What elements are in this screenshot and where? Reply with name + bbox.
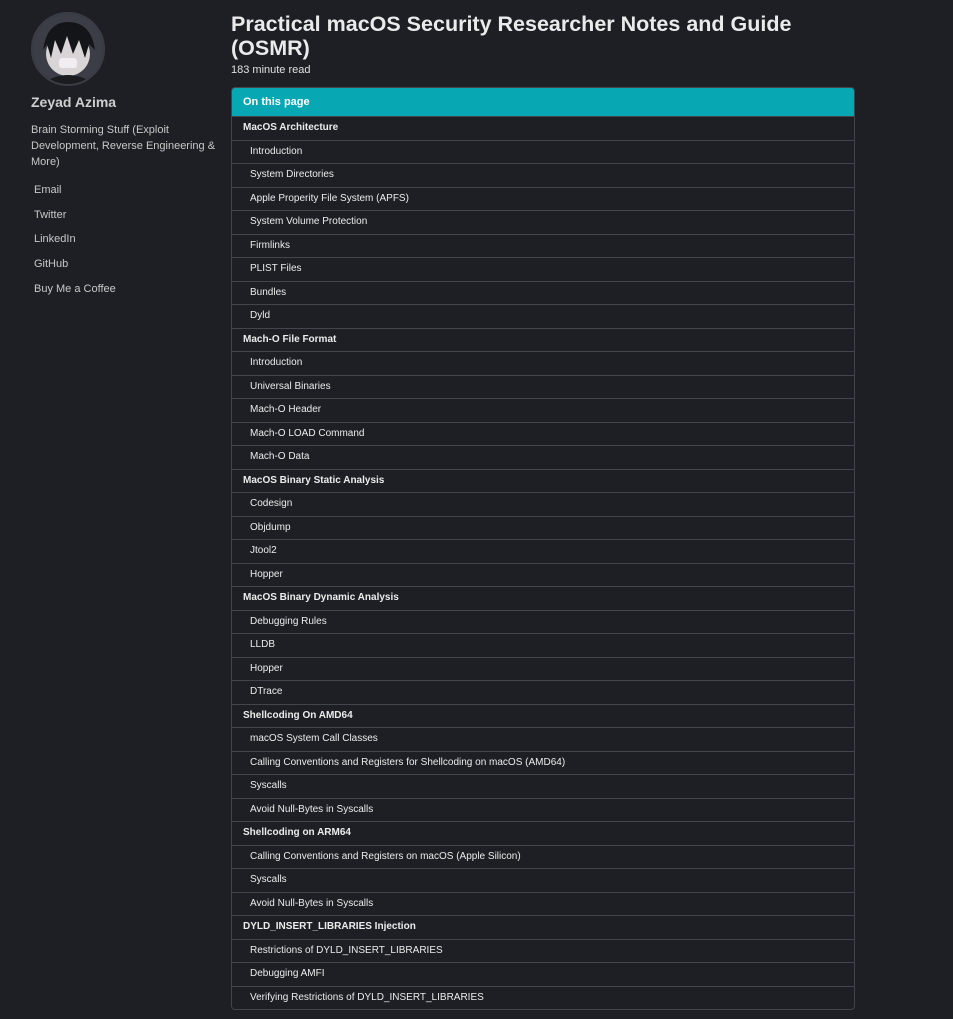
author-link-buy-me-a-coffee[interactable]: Buy Me a Coffee	[31, 281, 221, 306]
toc-subsection-link[interactable]: Avoid Null-Bytes in Syscalls	[232, 891, 854, 916]
toc-section-link[interactable]: Mach-O File Format	[232, 327, 854, 352]
table-of-contents: On this page MacOS Architecture Introduct…	[231, 87, 855, 1010]
toc-list: MacOS Architecture Introduction System Dir…	[232, 116, 854, 1009]
toc-subsection-link[interactable]: Introduction	[232, 351, 854, 375]
toc-subsection-link[interactable]: Firmlinks	[232, 233, 854, 258]
author-link-github[interactable]: GitHub	[31, 256, 221, 281]
toc-subsection-link[interactable]: Syscalls	[232, 868, 854, 892]
toc-subsection-link[interactable]: Calling Conventions and Registers for Sh…	[232, 750, 854, 775]
toc-subsection-link[interactable]: Syscalls	[232, 774, 854, 798]
toc-subsection-link[interactable]: Mach-O Header	[232, 398, 854, 422]
toc-subsection-link[interactable]: Calling Conventions and Registers on mac…	[232, 844, 854, 869]
toc-subsection-link[interactable]: Restrictions of DYLD_INSERT_LIBRARIES	[232, 938, 854, 963]
toc-subsection-link[interactable]: Apple Properity File System (APFS)	[232, 186, 854, 211]
avatar-image	[33, 14, 103, 84]
read-time: 183 minute read	[231, 64, 311, 76]
toc-subsection-link[interactable]: Hopper	[232, 562, 854, 587]
author-bio: Brain Storming Stuff (Exploit Developmen…	[31, 124, 216, 168]
main-content: Practical macOS Security Researcher Note…	[231, 12, 855, 1010]
author-link-email[interactable]: Email	[31, 182, 221, 207]
toc-section-link[interactable]: Shellcoding On AMD64	[232, 703, 854, 728]
toc-subsection-link[interactable]: Mach-O Data	[232, 445, 854, 469]
toc-subsection-link[interactable]: System Volume Protection	[232, 210, 854, 234]
toc-subsection-link[interactable]: Bundles	[232, 280, 854, 305]
toc-section-link[interactable]: Shellcoding on ARM64	[232, 821, 854, 845]
toc-subsection-link[interactable]: Verifying Restrictions of DYLD_INSERT_LI…	[232, 985, 854, 1010]
author-name: Zeyad Azima	[31, 94, 117, 110]
toc-subsection-link[interactable]: Avoid Null-Bytes in Syscalls	[232, 797, 854, 822]
toc-subsection-link[interactable]: Jtool2	[232, 539, 854, 563]
author-link-linkedin[interactable]: LinkedIn	[31, 231, 221, 256]
toc-section-link[interactable]: MacOS Binary Static Analysis	[232, 468, 854, 493]
author-link-twitter[interactable]: Twitter	[31, 207, 221, 232]
toc-subsection-link[interactable]: DTrace	[232, 680, 854, 704]
page-title: Practical macOS Security Researcher Note…	[231, 12, 792, 60]
toc-subsection-link[interactable]: Objdump	[232, 515, 854, 540]
toc-section-link[interactable]: DYLD_INSERT_LIBRARIES Injection	[232, 915, 854, 939]
author-links: Email Twitter LinkedIn GitHub Buy Me a Coffe…	[31, 182, 221, 305]
toc-subsection-link[interactable]: Debugging Rules	[232, 609, 854, 634]
toc-subsection-link[interactable]: Mach-O LOAD Command	[232, 421, 854, 446]
toc-subsection-link[interactable]: macOS System Call Classes	[232, 727, 854, 751]
toc-header: On this page	[232, 88, 854, 116]
toc-subsection-link[interactable]: PLIST Files	[232, 257, 854, 281]
toc-section-link[interactable]: MacOS Architecture	[232, 116, 854, 140]
toc-section-link[interactable]: MacOS Binary Dynamic Analysis	[232, 586, 854, 610]
avatar[interactable]	[31, 12, 105, 86]
toc-subsection-link[interactable]: Universal Binaries	[232, 374, 854, 399]
toc-subsection-link[interactable]: LLDB	[232, 633, 854, 657]
toc-subsection-link[interactable]: Codesign	[232, 492, 854, 516]
toc-subsection-link[interactable]: Hopper	[232, 656, 854, 681]
author-sidebar: Zeyad Azima Brain Storming Stuff (Exploi…	[31, 12, 221, 305]
toc-subsection-link[interactable]: Introduction	[232, 139, 854, 164]
toc-subsection-link[interactable]: Dyld	[232, 304, 854, 328]
toc-subsection-link[interactable]: Debugging AMFI	[232, 962, 854, 986]
toc-subsection-link[interactable]: System Directories	[232, 163, 854, 187]
